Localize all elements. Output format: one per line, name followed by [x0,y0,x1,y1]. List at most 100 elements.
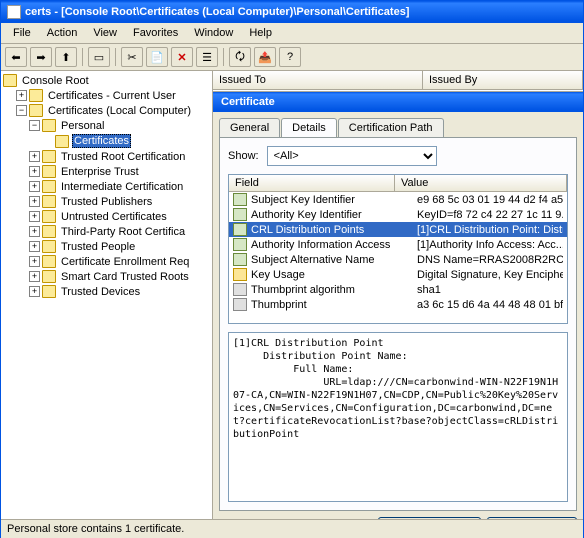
tree-trusted-people[interactable]: +Trusted People [3,239,210,254]
field-row[interactable]: Subject Key Identifiere9 68 5c 03 01 19 … [229,192,567,207]
folder-icon [42,195,56,208]
tree-third-party[interactable]: +Third-Party Root Certifica [3,224,210,239]
tree-certificates[interactable]: Certificates [3,133,210,149]
plus-icon[interactable]: + [29,211,40,222]
col-value[interactable]: Value [395,175,567,191]
folder-icon [42,165,56,178]
menu-view[interactable]: View [85,25,125,41]
show-hide-button[interactable]: ▭ [88,47,110,67]
plus-icon[interactable]: + [29,151,40,162]
minus-icon[interactable]: − [16,105,27,116]
col-issued-to[interactable]: Issued To [213,71,423,89]
tree-view[interactable]: Console Root +Certificates - Current Use… [1,71,213,519]
folder-icon [42,270,56,283]
plus-icon[interactable]: + [29,286,40,297]
refresh-button[interactable]: 🗘 [229,47,251,67]
menu-window[interactable]: Window [186,25,241,41]
menu-help[interactable]: Help [241,25,280,41]
edit-properties-button[interactable]: Edit Properties... [378,517,481,519]
folder-icon [55,135,69,148]
plus-icon[interactable]: + [29,241,40,252]
folder-icon [42,119,56,132]
field-row[interactable]: CRL Distribution Points[1]CRL Distributi… [229,222,567,237]
show-label: Show: [228,150,259,162]
tree-enterprise-trust[interactable]: +Enterprise Trust [3,164,210,179]
field-row[interactable]: Key UsageDigital Signature, Key Encipher… [229,267,567,282]
field-icon [233,268,247,281]
back-button[interactable]: ⬅ [5,47,27,67]
toolbar: ⬅ ➡ ⬆ ▭ ✂ 📄 ✕ ☰ 🗘 📤 ? [1,44,583,71]
plus-icon[interactable]: + [29,196,40,207]
field-row[interactable]: Subject Alternative NameDNS Name=RRAS200… [229,252,567,267]
tree-personal[interactable]: −Personal [3,118,210,133]
field-row[interactable]: Authority Information Access[1]Authority… [229,237,567,252]
tab-strip: General Details Certification Path [213,112,583,137]
field-icon [233,253,247,266]
up-button[interactable]: ⬆ [55,47,77,67]
cert-store-icon [29,104,43,117]
folder-icon [42,255,56,268]
tree-enrollment[interactable]: +Certificate Enrollment Req [3,254,210,269]
field-value: a3 6c 15 d6 4a 44 48 48 01 bf ... [417,299,563,311]
field-name: Thumbprint [251,299,417,311]
tree-certs-local-computer[interactable]: −Certificates (Local Computer) [3,103,210,118]
field-list[interactable]: Field Value Subject Key Identifiere9 68 … [228,174,568,324]
col-issued-by[interactable]: Issued By [423,71,583,89]
cert-store-icon [29,89,43,102]
tree-certs-current-user[interactable]: +Certificates - Current User [3,88,210,103]
forward-button[interactable]: ➡ [30,47,52,67]
plus-icon[interactable]: + [29,271,40,282]
field-value: KeyID=f8 72 c4 22 27 1c 11 9... [417,209,563,221]
status-bar: Personal store contains 1 certificate. [1,519,583,538]
tree-untrusted[interactable]: +Untrusted Certificates [3,209,210,224]
tree-intermediate[interactable]: +Intermediate Certification [3,179,210,194]
delete-button[interactable]: ✕ [171,47,193,67]
field-row[interactable]: Thumbprinta3 6c 15 d6 4a 44 48 48 01 bf … [229,297,567,312]
plus-icon[interactable]: + [29,166,40,177]
cut-button[interactable]: ✂ [121,47,143,67]
col-field[interactable]: Field [229,175,395,191]
folder-icon [42,210,56,223]
show-select[interactable]: <All> [267,146,437,166]
field-value: [1]CRL Distribution Point: Distr... [417,224,563,236]
tree-console-root[interactable]: Console Root [3,73,210,88]
field-detail[interactable]: [1]CRL Distribution Point Distribution P… [228,332,568,502]
tab-general[interactable]: General [219,118,280,137]
copy-to-file-button[interactable]: Copy to File... [487,517,577,519]
cert-list-header: Issued To Issued By [213,71,583,90]
tree-trusted-devices[interactable]: +Trusted Devices [3,284,210,299]
properties-button[interactable]: ☰ [196,47,218,67]
field-icon [233,298,247,311]
field-icon [233,283,247,296]
plus-icon[interactable]: + [29,181,40,192]
field-icon [233,238,247,251]
plus-icon[interactable]: + [29,226,40,237]
field-name: Authority Information Access [251,239,417,251]
folder-icon [42,180,56,193]
window-title: certs - [Console Root\Certificates (Loca… [25,6,409,18]
tree-trusted-root[interactable]: +Trusted Root Certification [3,149,210,164]
plus-icon[interactable]: + [16,90,27,101]
tab-details[interactable]: Details [281,118,337,137]
folder-icon [42,240,56,253]
minus-icon[interactable]: − [29,120,40,131]
menu-action[interactable]: Action [39,25,86,41]
tab-cert-path[interactable]: Certification Path [338,118,444,137]
plus-icon[interactable]: + [29,256,40,267]
help-button[interactable]: ? [279,47,301,67]
menu-file[interactable]: File [5,25,39,41]
tree-smart-card[interactable]: +Smart Card Trusted Roots [3,269,210,284]
field-row[interactable]: Thumbprint algorithmsha1 [229,282,567,297]
menu-favorites[interactable]: Favorites [125,25,186,41]
certificate-dialog: Certificate General Details Certificatio… [213,91,583,519]
tree-trusted-publishers[interactable]: +Trusted Publishers [3,194,210,209]
export-button[interactable]: 📤 [254,47,276,67]
field-icon [233,193,247,206]
folder-icon [3,74,17,87]
field-row[interactable]: Authority Key IdentifierKeyID=f8 72 c4 2… [229,207,567,222]
copy-button[interactable]: 📄 [146,47,168,67]
folder-icon [42,150,56,163]
app-icon [7,5,21,19]
field-value: [1]Authority Info Access: Acc... [417,239,563,251]
field-name: Subject Alternative Name [251,254,417,266]
